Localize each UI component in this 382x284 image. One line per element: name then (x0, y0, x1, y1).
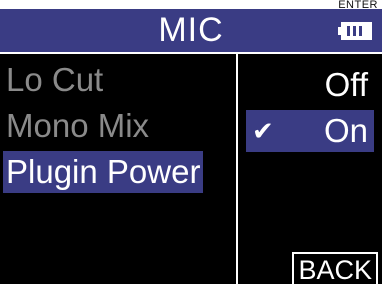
back-button[interactable]: BACK (292, 252, 378, 284)
title-bar: MIC (0, 9, 382, 54)
battery-full-icon (338, 22, 372, 40)
option-off[interactable]: Off (246, 64, 374, 106)
menu-item-plugin-power[interactable]: Plugin Power (3, 151, 204, 193)
option-on-label: On (323, 112, 368, 149)
option-off-label: Off (324, 66, 368, 103)
check-icon: ✔ (252, 116, 274, 146)
device-screen: MIC Lo Cut Mono Mix Plugin Power Off ✔ O… (0, 9, 382, 284)
page-title: MIC (158, 11, 224, 49)
column-divider (236, 54, 238, 284)
option-on[interactable]: ✔ On (246, 110, 374, 152)
menu-item-lo-cut[interactable]: Lo Cut (3, 59, 106, 101)
menu-item-mono-mix[interactable]: Mono Mix (3, 105, 152, 147)
